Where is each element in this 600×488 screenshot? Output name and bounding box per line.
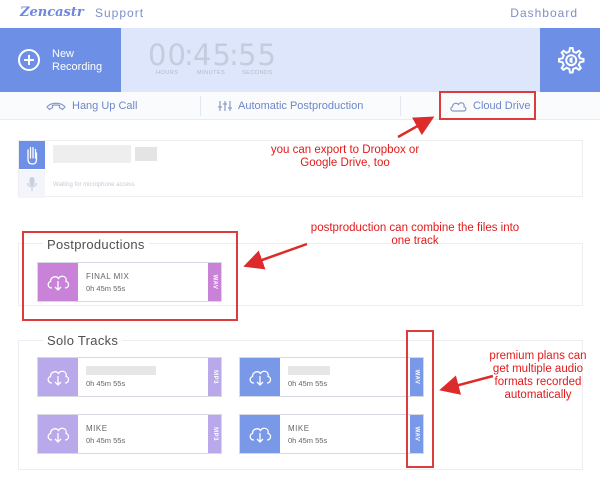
track-name-redacted: [86, 366, 156, 375]
download-button[interactable]: [38, 358, 78, 396]
automatic-postproduction-button[interactable]: Automatic Postproduction: [218, 92, 363, 120]
timer-minutes-unit: MINUTES: [197, 70, 226, 76]
timer-hours-unit: HOURS: [156, 70, 179, 76]
timer-seconds-unit: SECONDS: [242, 70, 273, 76]
format-badge: MP3: [208, 415, 221, 453]
solo-tracks-title: Solo Tracks: [43, 333, 123, 348]
annotation-box-cloud-drive: [439, 91, 536, 120]
cloud-download-icon: [47, 427, 70, 443]
logo[interactable]: Zencastr: [20, 5, 84, 20]
annotation-postproduction: postproduction can combine the files int…: [310, 222, 520, 247]
track-duration: 0h 45m 55s: [288, 436, 328, 445]
track-duration: 0h 45m 55s: [288, 379, 328, 388]
track-card[interactable]: 0h 45m 55s WAV: [239, 357, 424, 397]
support-link[interactable]: Support: [95, 6, 144, 20]
divider: [400, 96, 401, 116]
microphone-icon: [26, 177, 38, 191]
microphone-status: Waiting for microphone access: [53, 182, 135, 188]
track-name-redacted: [288, 366, 330, 375]
track-card-mike[interactable]: MIKE 0h 45m 55s MP3: [37, 414, 222, 454]
automatic-postproduction-label: Automatic Postproduction: [238, 100, 364, 112]
top-nav: Zencastr Support Dashboard: [0, 0, 600, 28]
annotation-box-wav-formats: [406, 330, 434, 468]
annotation-cloud: you can export to Dropbox or Google Driv…: [270, 144, 420, 169]
settings-button[interactable]: [540, 28, 600, 92]
track-duration: 0h 45m 55s: [86, 379, 126, 388]
dashboard-link[interactable]: Dashboard: [510, 6, 578, 20]
annotation-box-postproductions: [22, 231, 238, 321]
cloud-download-icon: [249, 370, 272, 386]
cloud-download-icon: [47, 370, 70, 386]
arrow-to-cloud-drive: [397, 116, 435, 139]
download-button[interactable]: [38, 415, 78, 453]
hand-icon: [27, 146, 38, 165]
timer-hours: 00: [148, 38, 187, 72]
download-button[interactable]: [240, 415, 280, 453]
track-duration: 0h 45m 55s: [86, 436, 126, 445]
track-name: MIKE: [288, 424, 310, 433]
track-name: MIKE: [86, 424, 108, 433]
download-button[interactable]: [240, 358, 280, 396]
timer-minutes: 45: [193, 38, 232, 72]
track-card-mike[interactable]: MIKE 0h 45m 55s WAV: [239, 414, 424, 454]
track-card[interactable]: 0h 45m 55s MP3: [37, 357, 222, 397]
hang-up-label: Hang Up Call: [72, 100, 138, 112]
annotation-premium: premium plans can get multiple audio for…: [489, 350, 587, 401]
format-badge: MP3: [208, 358, 221, 396]
phone-hangup-icon: [46, 102, 66, 111]
microphone-indicator: [19, 170, 45, 198]
cloud-download-icon: [249, 427, 272, 443]
timer-seconds: 55: [238, 38, 277, 72]
recording-bar: New Recording 00 : 45 : 55 HOURS MINUTES…: [0, 28, 600, 92]
gear-icon: [558, 47, 585, 74]
plus-circle-icon: [18, 49, 40, 71]
new-recording-button[interactable]: New Recording: [0, 28, 121, 92]
raise-hand-button[interactable]: [19, 141, 45, 169]
divider: [200, 96, 201, 116]
sliders-icon: [218, 101, 232, 111]
participant-name-redacted: [53, 145, 131, 163]
participant-name-redacted: [135, 147, 157, 161]
hang-up-button[interactable]: Hang Up Call: [46, 92, 137, 120]
new-recording-label: New Recording: [52, 48, 103, 73]
